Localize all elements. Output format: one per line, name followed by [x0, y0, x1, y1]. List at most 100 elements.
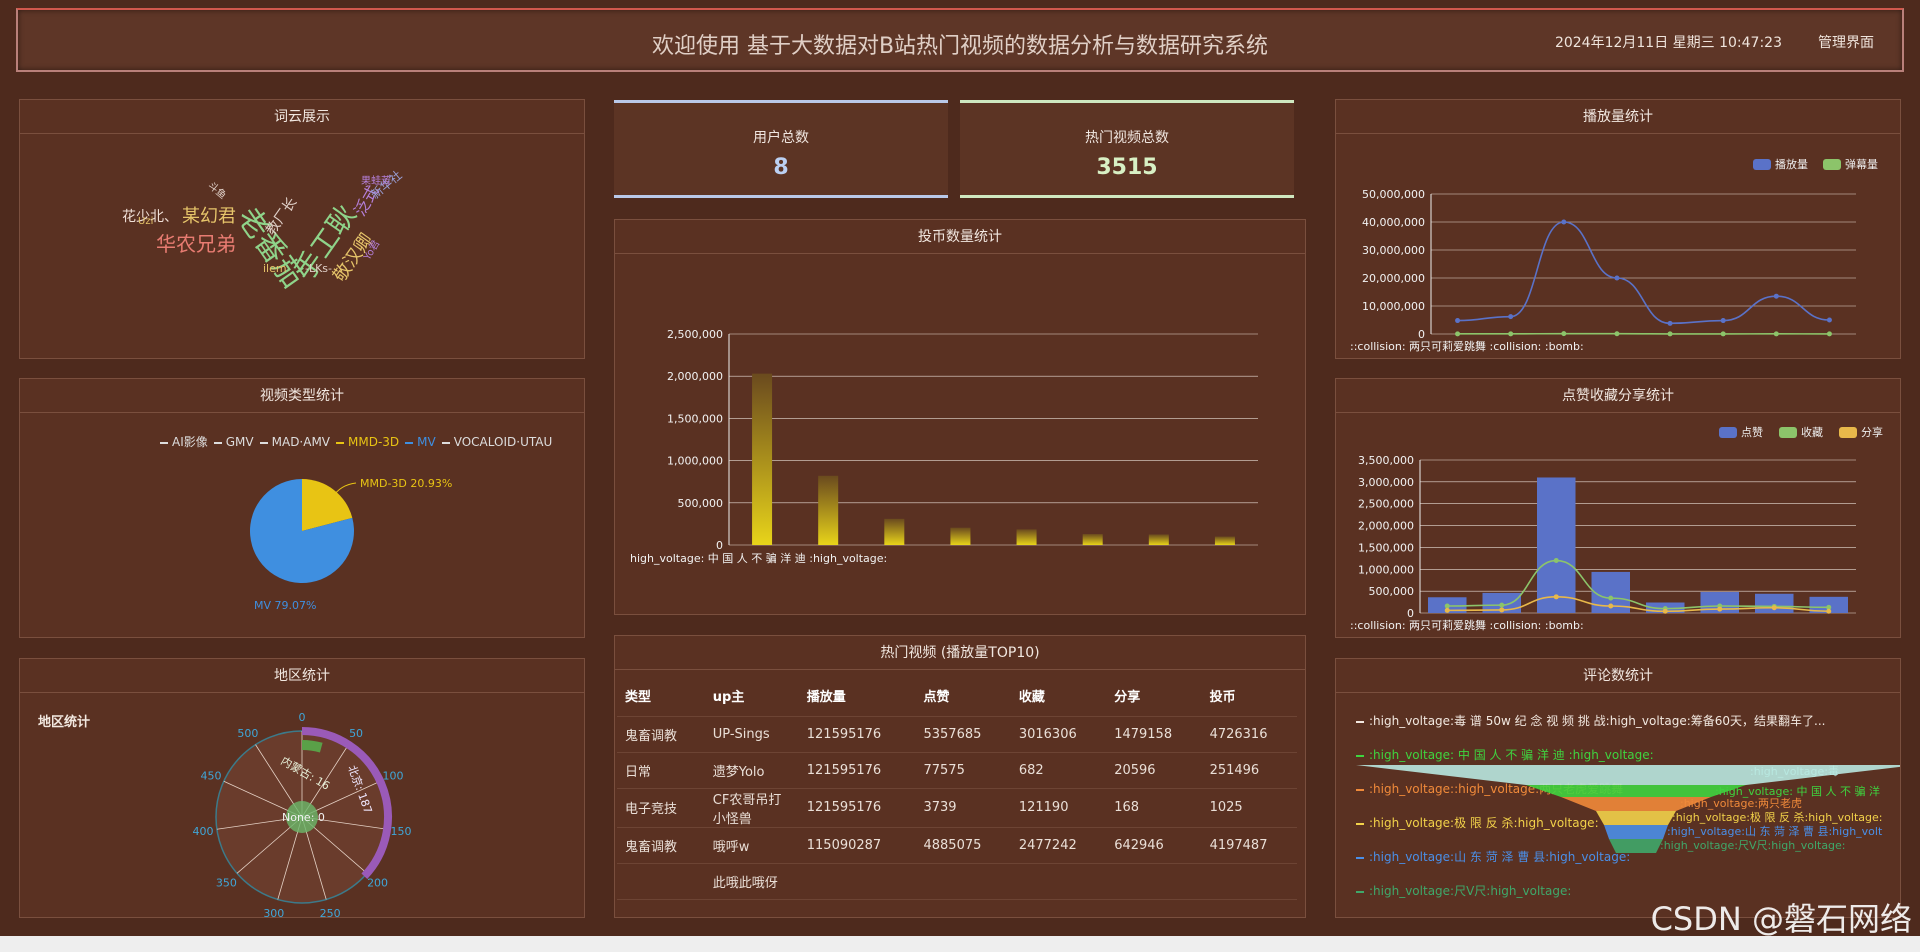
- polar-bar-neimenggu: [301, 740, 323, 753]
- funnel-label: :high_voltage:尺V尺:high_voltage:: [1660, 839, 1846, 852]
- series-line: [1457, 221, 1830, 325]
- table-cell: 鬼畜调教: [617, 827, 705, 864]
- wordcloud-word: ilem: [263, 262, 287, 275]
- series-point: [1508, 331, 1514, 337]
- polar-tick-label: 200: [367, 876, 388, 889]
- table-cell: UP-Sings: [704, 716, 799, 753]
- series-point: [1561, 219, 1567, 225]
- table-cell: 4726316: [1201, 716, 1297, 753]
- table-cell: 121190: [1010, 788, 1107, 828]
- x-axis-label: ::collision: 两只可莉爱跳舞 :collision: :bomb:: [1350, 339, 1584, 353]
- y-tick-label: 3,000,000: [1358, 476, 1414, 489]
- comments-title: 评论数统计: [1336, 659, 1900, 693]
- table-cell: 电子竞技: [617, 788, 705, 828]
- table-cell: 251496: [1201, 752, 1297, 789]
- coin-bar: [752, 373, 773, 545]
- videotype-pie-chart: MMD-3D 20.93% MV 79.07%: [250, 477, 452, 612]
- table-row[interactable]: 鬼畜调教 哦呼w 115090287 4885075 2477242 642946 4197…: [617, 827, 1297, 864]
- table-row[interactable]: 日常 遗梦Yolo 121595176 77575 682 20596 251496: [617, 752, 1297, 789]
- legend-label: 弹幕量: [1845, 157, 1878, 171]
- y-tick-label: 2,500,000: [1358, 498, 1414, 511]
- y-tick-label: 1,500,000: [1358, 541, 1414, 554]
- coin-bar: [1214, 536, 1235, 545]
- series-point: [1771, 605, 1777, 611]
- series-point: [1667, 320, 1673, 326]
- pie-label: MV 79.07%: [254, 599, 316, 612]
- table-cell: 121595176: [798, 788, 916, 828]
- polar-tick-label: 100: [382, 769, 403, 782]
- legend-label: 收藏: [1801, 425, 1823, 439]
- videotype-title: 视频类型统计: [20, 379, 584, 413]
- wordcloud-word: 华农兄弟: [156, 232, 236, 256]
- polar-tick-label: 150: [390, 825, 411, 838]
- region-polar-chart: 050100150200250300350400450500北京: 187内蒙古…: [193, 711, 412, 917]
- polar-tick-label: 400: [193, 825, 214, 838]
- series-point: [1717, 606, 1723, 612]
- wordcloud-word: 果蛙苦: [361, 176, 391, 187]
- legend-label: 点赞: [1741, 426, 1763, 439]
- coin-bar: [884, 518, 905, 545]
- table-header-cell: 播放量: [798, 676, 916, 717]
- table-cell: 日常: [617, 752, 705, 789]
- wordcloud-area: 花少北、 某幻君 华农兄弟 老番茄 手工耿 敬汉卿 泛式 新华社 果蛙苦 教厂长 ilem -LKs-…: [20, 134, 584, 358]
- funnel-label: :high_voltage:毒: [1750, 765, 1839, 778]
- table-cell: 1479158: [1106, 716, 1202, 753]
- plays-panel: 播放量统计 播放量 弹幕量 50,000,000 40,000,000 30,000,0…: [1335, 99, 1901, 359]
- series-point: [1444, 603, 1450, 609]
- table-header-cell: 分享: [1106, 676, 1202, 717]
- legend-label: 播放量: [1775, 157, 1808, 171]
- coin-bar: [1082, 534, 1103, 545]
- legend-swatch: [1719, 427, 1737, 438]
- wordcloud-panel: 词云展示 花少北、 某幻君 华农兄弟 老番茄 手工耿 敬汉卿 泛式 新华社 果蛙苦 教厂长 ilem…: [19, 99, 585, 359]
- series-point: [1508, 314, 1514, 320]
- table-cell: 1025: [1201, 788, 1297, 828]
- table-cell: 鬼畜调教: [617, 716, 705, 753]
- table-cell: 121595176: [798, 716, 916, 753]
- y-tick-label: 1,000,000: [667, 455, 723, 468]
- table-cell: [1010, 863, 1107, 900]
- pie-label: MMD-3D 20.93%: [360, 477, 452, 490]
- wordcloud-word: 某幻君: [182, 206, 236, 227]
- series-point: [1444, 607, 1450, 613]
- wordcloud-word: -LKs-: [305, 262, 333, 275]
- series-point: [1667, 331, 1673, 337]
- table-cell: 121595176: [798, 752, 916, 789]
- table-cell: 2477242: [1010, 827, 1107, 864]
- series-point: [1561, 331, 1567, 337]
- table-row[interactable]: 鬼畜调教 UP-Sings 121595176 5357685 3016306 14791…: [617, 716, 1297, 753]
- legend-swatch: [1823, 159, 1841, 170]
- series-point: [1826, 331, 1832, 337]
- users-stat-card: 用户总数 8: [614, 100, 948, 198]
- funnel-layer: [1609, 839, 1663, 853]
- y-tick-label: 2,500,000: [667, 328, 723, 341]
- table-cell: [1106, 863, 1202, 900]
- likes-combo-chart: 点赞 收藏 分享 3,500,000 3,000,000 2,500,000 2,000,0…: [1350, 425, 1883, 632]
- y-tick-label: 3,500,000: [1358, 454, 1414, 467]
- funnel-layer: [1596, 811, 1676, 825]
- table-cell: CF农哥吊打小怪兽: [704, 788, 799, 828]
- coin-bar: [1016, 529, 1037, 545]
- polar-tick-label: 250: [320, 907, 341, 917]
- table-cell: 遗梦Yolo: [704, 752, 799, 789]
- series-point: [1773, 331, 1779, 337]
- comments-funnel-chart: :high_voltage:毒 :high_voltage: 中 国 人 不 骗 …: [1356, 765, 1900, 853]
- table-header-cell: up主: [704, 676, 799, 717]
- table-header-row: 类型 up主 播放量 点赞 收藏 分享 投币: [617, 676, 1297, 717]
- x-axis-label: ::collision: 两只可莉爱跳舞 :collision: :bomb:: [1350, 618, 1584, 632]
- polar-label: None: 0: [282, 811, 325, 824]
- header-bar: 欢迎使用 基于大数据对B站热门视频的数据分析与数据研究系统 2024年12月11…: [16, 8, 1904, 72]
- funnel-label: :high_voltage:极 限 反 杀:high_voltage:: [1672, 810, 1882, 824]
- admin-link[interactable]: 管理界面: [1818, 32, 1874, 52]
- y-tick-label: 2,000,000: [667, 370, 723, 383]
- likes-panel: 点赞收藏分享统计 点赞 收藏 分享 3,500,000 3,000,000 2,500,0…: [1335, 378, 1901, 638]
- series-point: [1614, 331, 1620, 337]
- series-point: [1614, 275, 1620, 281]
- table-row[interactable]: 电子竞技 CF农哥吊打小怪兽 121595176 3739 121190 168 1025: [617, 788, 1297, 828]
- coins-panel: 投币数量统计 2,500,000 2,000,000 1,500,000 1,000,…: [614, 219, 1306, 615]
- funnel-layer: [1604, 825, 1668, 839]
- funnel-label: :high_voltage: 中 国 人 不 骗 洋: [1715, 784, 1880, 798]
- series-point: [1455, 331, 1461, 337]
- coin-bar: [818, 475, 839, 545]
- table-header-cell: 投币: [1201, 676, 1297, 717]
- table-row[interactable]: 此哦此哦伢: [617, 863, 1297, 900]
